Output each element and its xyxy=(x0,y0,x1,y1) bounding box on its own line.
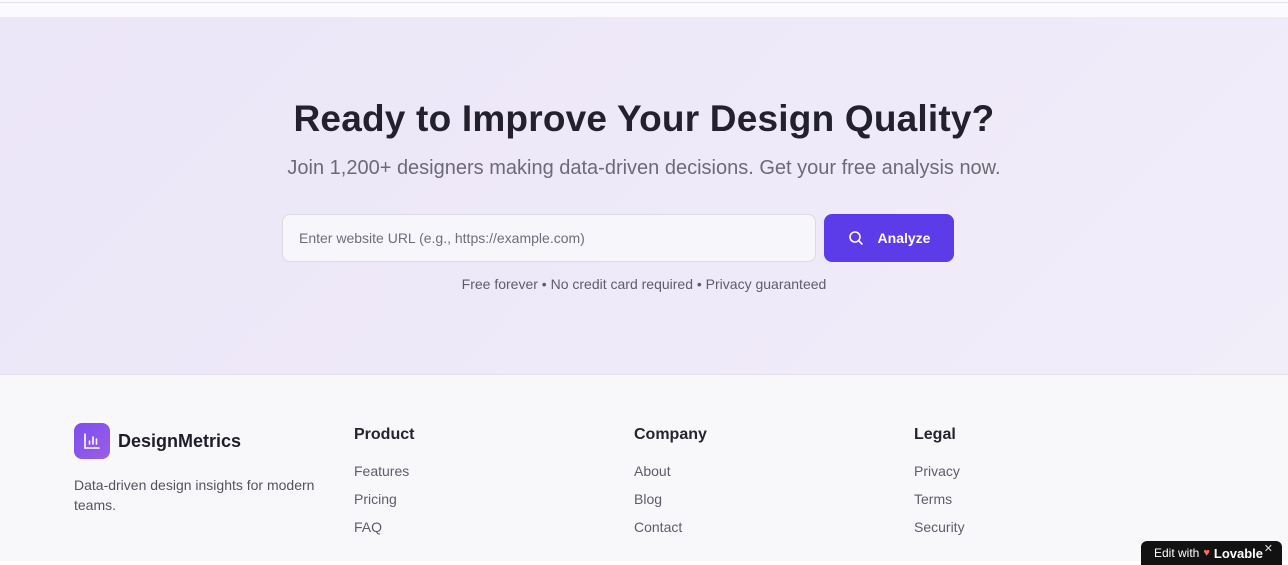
search-icon xyxy=(848,230,864,246)
cta-section: Ready to Improve Your Design Quality? Jo… xyxy=(0,18,1288,375)
footer-link-about[interactable]: About xyxy=(634,463,707,491)
analyze-button-label: Analyze xyxy=(877,230,931,246)
footer-link-security[interactable]: Security xyxy=(914,519,965,547)
footer-link-blog[interactable]: Blog xyxy=(634,491,707,519)
close-icon[interactable]: ✕ xyxy=(1264,542,1273,555)
top-strip xyxy=(0,0,1288,18)
brand-name: DesignMetrics xyxy=(118,430,242,451)
footer-column-legal: Legal Privacy Terms Security xyxy=(914,426,965,547)
brand-description: Data-driven design insights for modern t… xyxy=(74,477,315,513)
badge-prefix: Edit with xyxy=(1154,546,1200,560)
cta-note: Free forever • No credit card required •… xyxy=(461,276,827,292)
footer-link-terms[interactable]: Terms xyxy=(914,491,965,519)
cta-subtitle: Join 1,200+ designers making data-driven… xyxy=(287,157,1001,179)
bar-chart-icon xyxy=(74,423,110,459)
footer-column-company: Company About Blog Contact xyxy=(634,426,707,547)
url-input[interactable] xyxy=(282,214,816,262)
analyze-button[interactable]: Analyze xyxy=(824,214,954,262)
badge-brand: Lovable xyxy=(1213,545,1264,561)
footer-link-contact[interactable]: Contact xyxy=(634,519,707,547)
footer-link-faq[interactable]: FAQ xyxy=(354,519,414,547)
cta-title: Ready to Improve Your Design Quality? xyxy=(293,98,995,139)
column-heading: Company xyxy=(634,426,707,443)
edit-with-lovable-badge[interactable]: Edit with ♥ Lovable ✕ xyxy=(1141,541,1282,565)
brand-link[interactable]: DesignMetrics xyxy=(74,423,241,459)
footer-link-privacy[interactable]: Privacy xyxy=(914,463,965,491)
heart-icon: ♥ xyxy=(1203,547,1210,559)
footer: DesignMetrics Data-driven design insight… xyxy=(0,375,1288,561)
footer-link-features[interactable]: Features xyxy=(354,463,414,491)
column-heading: Product xyxy=(354,426,415,443)
footer-column-product: Product Features Pricing FAQ xyxy=(354,426,414,547)
column-heading: Legal xyxy=(914,426,956,443)
footer-link-pricing[interactable]: Pricing xyxy=(354,491,414,519)
